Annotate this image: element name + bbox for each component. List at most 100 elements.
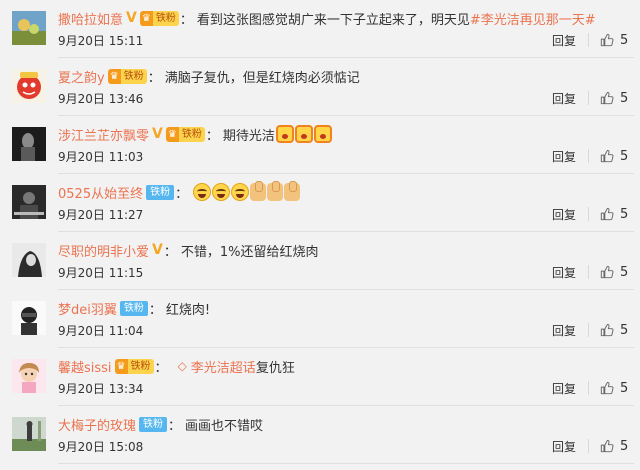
avatar[interactable] [12, 243, 46, 277]
comment-text: 复仇狂 [255, 360, 295, 376]
thumbs-up-emoji-icon [250, 181, 267, 201]
comment-item: 夏之韵y ♛ 铁粉 ： 满脑子复仇，但是红烧肉必须惦记 9月20日 13:46 回… [0, 58, 640, 116]
like-count: 5 [620, 32, 629, 48]
cheer-emoji-icon [313, 125, 332, 143]
topic-link[interactable]: #李光洁再见那一天# [470, 9, 596, 28]
username[interactable]: 夏之韵y [58, 67, 105, 86]
colon: ： [154, 360, 168, 376]
reply-button[interactable]: 回复 [552, 206, 576, 223]
divider [588, 33, 589, 47]
fan-badge-label: 铁粉 [152, 10, 179, 26]
comment-item: 馨越sissi ♛ 铁粉 ： ◇ 李光洁超话 复仇狂 9月20日 13:34 回复… [0, 348, 640, 406]
like-count: 5 [620, 148, 629, 164]
fan-badge-label: 铁粉 [127, 358, 154, 374]
comment-item: 撒哈拉如意 V ♛ 铁粉 ： 看到这张图感觉胡广来一下子立起来了，明天见 #李光洁… [0, 0, 640, 58]
avatar[interactable] [12, 359, 46, 393]
thumbs-up-icon [600, 207, 614, 221]
fan-level-icon: ♛ [107, 68, 121, 84]
reply-button[interactable]: 回复 [552, 380, 576, 397]
thumbs-up-icon [600, 149, 614, 163]
timestamp: 9月20日 13:46 [58, 91, 144, 106]
like-button[interactable]: 5 [600, 323, 630, 338]
divider [588, 323, 589, 337]
avatar[interactable] [12, 11, 46, 45]
thumbs-up-icon [600, 91, 614, 105]
like-count: 5 [620, 380, 629, 396]
timestamp: 9月20日 11:15 [58, 265, 144, 280]
comment-list: 撒哈拉如意 V ♛ 铁粉 ： 看到这张图感觉胡广来一下子立起来了，明天见 #李光洁… [0, 0, 640, 470]
username[interactable]: 大梅子的玫瑰 [58, 415, 136, 434]
timestamp: 9月20日 11:04 [58, 323, 144, 338]
fan-badge: ♛ 铁粉 [114, 358, 154, 374]
like-button[interactable]: 5 [600, 265, 630, 280]
fan-level-icon: ♛ [165, 126, 179, 142]
like-button[interactable]: 5 [600, 439, 630, 454]
thumbs-up-emoji-icon [267, 181, 284, 201]
vip-icon: V [152, 242, 163, 258]
avatar[interactable] [12, 185, 46, 219]
avatar[interactable] [12, 127, 46, 161]
timestamp: 9月20日 11:03 [58, 149, 144, 164]
username[interactable]: 0525从始至终 [58, 183, 143, 202]
comment-item: 大梅子的玫瑰 铁粉 ： 画画也不错哎 9月20日 15:08 回复 5 [0, 406, 640, 464]
thumbs-up-icon [600, 381, 614, 395]
vip-icon: V [152, 126, 163, 142]
fan-badge: ♛ 铁粉 [107, 68, 147, 84]
reply-button[interactable]: 回复 [552, 264, 576, 281]
colon: ： [163, 244, 177, 260]
comment-item: 梦dei羽翼 铁粉 ： 红烧肉! 9月20日 11:04 回复 5 [0, 290, 640, 348]
like-count: 5 [620, 438, 629, 454]
comment-text: 不错，1%还留给红烧肉 [180, 244, 319, 260]
colon: ： [179, 12, 193, 28]
comment-text: 期待光洁 [222, 128, 275, 144]
fan-level-icon: ♛ [139, 10, 153, 26]
colon: ： [175, 186, 189, 202]
divider [588, 207, 589, 221]
comment-item: 涉江兰芷亦飘零 V ♛ 铁粉 ： 期待光洁 9月20日 11:03 回复 5 [0, 116, 640, 174]
thumbs-up-icon [600, 33, 614, 47]
supertopic-link[interactable]: 李光洁超话 [191, 357, 256, 376]
thumbs-up-emoji-icon [284, 181, 301, 201]
avatar[interactable] [12, 69, 46, 103]
comment-text: 画画也不错哎 [185, 418, 264, 434]
avatar[interactable] [12, 301, 46, 335]
username[interactable]: 馨越sissi [58, 357, 112, 376]
username[interactable]: 梦dei羽翼 [58, 299, 117, 318]
like-count: 5 [620, 90, 629, 106]
vip-icon: V [126, 10, 137, 26]
reply-button[interactable]: 回复 [552, 438, 576, 455]
divider [588, 439, 589, 453]
cheer-emoji-icon [294, 125, 313, 143]
thumbs-up-icon [600, 323, 614, 337]
fan-badge: 铁粉 [119, 300, 148, 316]
comment-text: 红烧肉! [165, 302, 211, 318]
reply-button[interactable]: 回复 [552, 148, 576, 165]
avatar[interactable] [12, 417, 46, 451]
timestamp: 9月20日 15:11 [58, 33, 144, 48]
fan-badge: 铁粉 [139, 416, 168, 432]
like-button[interactable]: 5 [600, 149, 630, 164]
like-button[interactable]: 5 [600, 381, 630, 396]
like-button[interactable]: 5 [600, 33, 630, 48]
username[interactable]: 涉江兰芷亦飘零 [58, 125, 149, 144]
reply-button[interactable]: 回复 [552, 90, 576, 107]
colon: ： [147, 70, 161, 86]
like-count: 5 [620, 322, 629, 338]
username[interactable]: 撒哈拉如意 [58, 9, 123, 28]
laugh-cry-emoji-icon [212, 183, 231, 201]
divider [588, 91, 589, 105]
fan-level-icon: ♛ [114, 358, 128, 374]
divider [588, 149, 589, 163]
colon: ： [148, 302, 162, 318]
username[interactable]: 尽职的明非小爱 [58, 241, 149, 260]
divider [588, 265, 589, 279]
reply-button[interactable]: 回复 [552, 32, 576, 49]
like-button[interactable]: 5 [600, 91, 630, 106]
divider [588, 381, 589, 395]
timestamp: 9月20日 13:34 [58, 381, 144, 396]
supertopic-diamond-icon: ◇ [177, 359, 187, 373]
like-button[interactable]: 5 [600, 207, 630, 222]
reply-button[interactable]: 回复 [552, 322, 576, 339]
fan-badge-label: 铁粉 [178, 126, 205, 142]
comment-item: 尽职的明非小爱 V ： 不错，1%还留给红烧肉 9月20日 11:15 回复 5 [0, 232, 640, 290]
